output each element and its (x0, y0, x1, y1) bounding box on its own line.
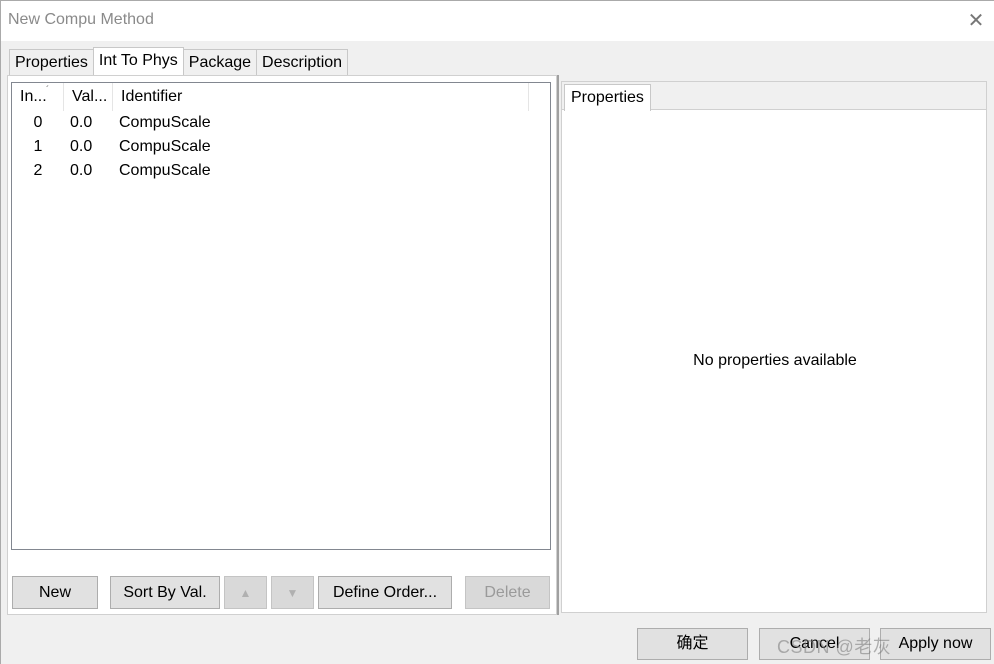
tab-strip: Properties Int To Phys Package Descripti… (9, 47, 349, 75)
close-icon[interactable]: ✕ (963, 9, 989, 35)
ok-button[interactable]: 确定 (637, 628, 748, 660)
row-identifier: CompuScale (119, 114, 211, 131)
list-header: In... ´ Val... Identifier (12, 83, 550, 111)
row-index: 1 (33, 138, 43, 155)
window-title: New Compu Method (8, 11, 154, 28)
row-value: 0.0 (70, 138, 93, 155)
row-identifier: CompuScale (119, 162, 211, 179)
list-rows: 0 0.0 CompuScale 1 0.0 CompuScale 2 0.0 … (12, 111, 550, 183)
tab-description[interactable]: Description (256, 49, 349, 75)
no-properties-message: No properties available (693, 352, 857, 369)
row-index: 0 (33, 114, 43, 131)
properties-tab-bar: Properties (562, 82, 986, 111)
watermark: CSDN @老灰 (777, 637, 892, 657)
column-header-identifier[interactable]: Identifier (113, 83, 529, 111)
apply-now-button[interactable]: Apply now (880, 628, 991, 660)
compu-scale-list[interactable]: In... ´ Val... Identifier 0 0.0 CompuSca… (11, 82, 551, 550)
row-value: 0.0 (70, 114, 93, 131)
row-identifier: CompuScale (119, 138, 211, 155)
column-header-index[interactable]: In... ´ (12, 83, 64, 111)
triangle-up-icon: ▲ (239, 586, 252, 600)
define-order-button[interactable]: Define Order... (318, 576, 452, 609)
tab-int-to-phys[interactable]: Int To Phys (92, 47, 184, 75)
properties-pane: Properties No properties available (561, 81, 987, 613)
column-header-index-label: In... (20, 88, 47, 105)
list-item[interactable]: 2 0.0 CompuScale (12, 159, 550, 183)
column-header-value[interactable]: Val... (64, 83, 113, 111)
row-index: 2 (33, 162, 43, 179)
list-item[interactable]: 1 0.0 CompuScale (12, 135, 550, 159)
pane-splitter[interactable] (557, 75, 559, 615)
move-up-button[interactable]: ▲ (224, 576, 267, 609)
sort-by-value-button[interactable]: Sort By Val. (110, 576, 220, 609)
sort-indicator-icon: ´ (46, 85, 50, 96)
tab-properties-pane[interactable]: Properties (564, 84, 651, 111)
title-bar: New Compu Method ✕ (1, 1, 994, 41)
delete-button[interactable]: Delete (465, 576, 550, 609)
dialog-window: New Compu Method ✕ Properties Int To Phy… (0, 0, 994, 664)
tab-properties[interactable]: Properties (9, 49, 94, 75)
new-button[interactable]: New (12, 576, 98, 609)
row-value: 0.0 (70, 162, 93, 179)
list-item[interactable]: 0 0.0 CompuScale (12, 111, 550, 135)
triangle-down-icon: ▼ (286, 586, 299, 600)
tab-package[interactable]: Package (182, 49, 258, 75)
move-down-button[interactable]: ▼ (271, 576, 314, 609)
